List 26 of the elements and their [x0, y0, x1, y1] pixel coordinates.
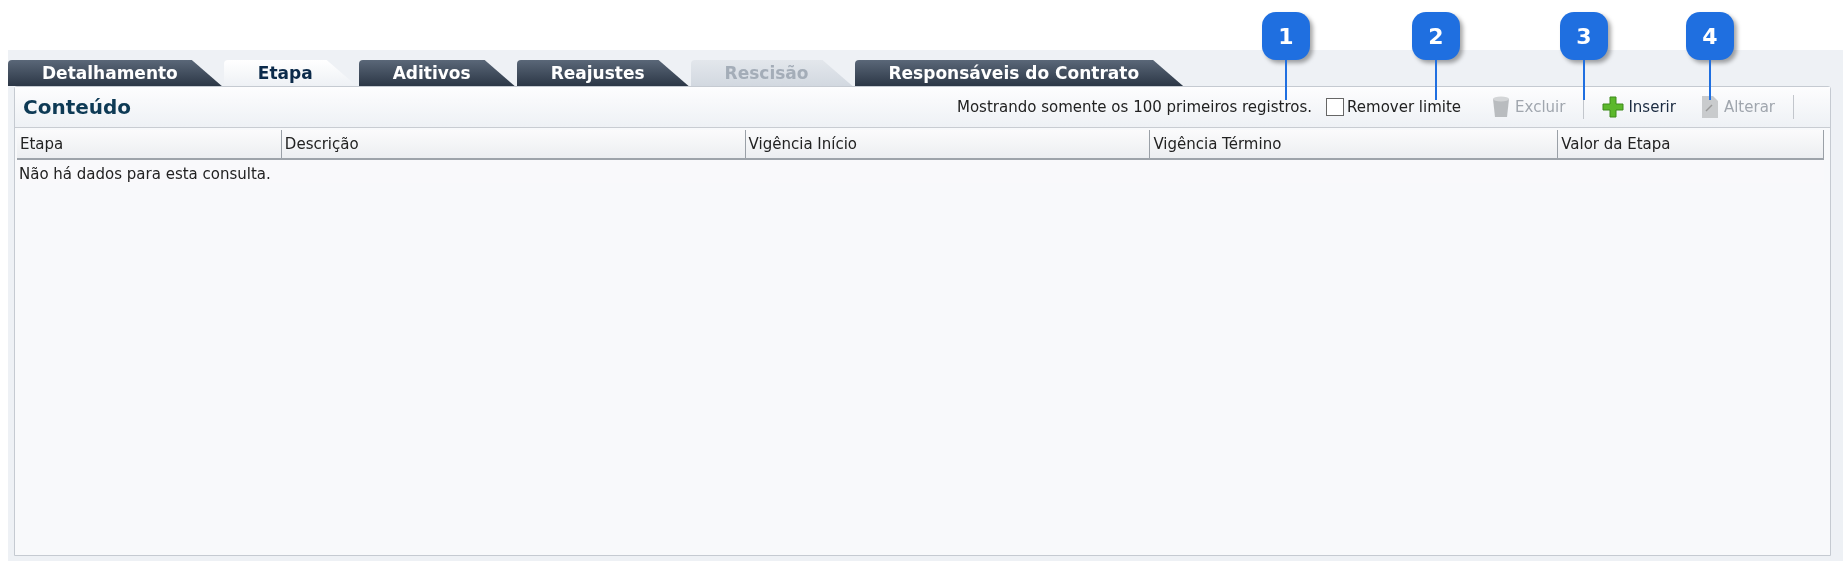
plus-icon [1602, 96, 1625, 118]
column-header[interactable]: Etapa [17, 130, 282, 158]
callout-badge: 2 [1412, 12, 1460, 60]
callout-badge: 1 [1262, 12, 1310, 60]
remove-limit-checkbox[interactable]: Remover limite [1326, 98, 1462, 116]
leader-line [1285, 60, 1287, 100]
tab[interactable]: Reajustes [516, 60, 689, 86]
insert-button[interactable]: Inserir [1590, 96, 1688, 118]
tab[interactable]: Detalhamento [8, 60, 222, 86]
panel-title: Conteúdo [23, 95, 132, 119]
leader-line [1583, 60, 1585, 100]
column-header[interactable]: Vigência Início [745, 130, 1151, 158]
callout-badge: 3 [1560, 12, 1608, 60]
leader-line [1435, 60, 1437, 100]
tab[interactable]: Aditivos [358, 60, 515, 86]
column-header[interactable]: Descrição [281, 130, 746, 158]
records-notice: Mostrando somente os 100 primeiros registros. [957, 98, 1313, 116]
leader-line [1709, 60, 1711, 100]
column-header[interactable]: Vigência Término [1150, 130, 1559, 158]
empty-message: Não há dados para esta consulta. [18, 164, 272, 183]
callout-badge: 4 [1686, 12, 1734, 60]
column-header[interactable]: Valor da Etapa [1558, 130, 1825, 158]
document-icon [1699, 95, 1720, 119]
tab[interactable]: Responsáveis do Contrato [854, 60, 1184, 86]
trash-can-icon [1491, 95, 1512, 119]
checkbox-icon[interactable] [1326, 98, 1345, 116]
